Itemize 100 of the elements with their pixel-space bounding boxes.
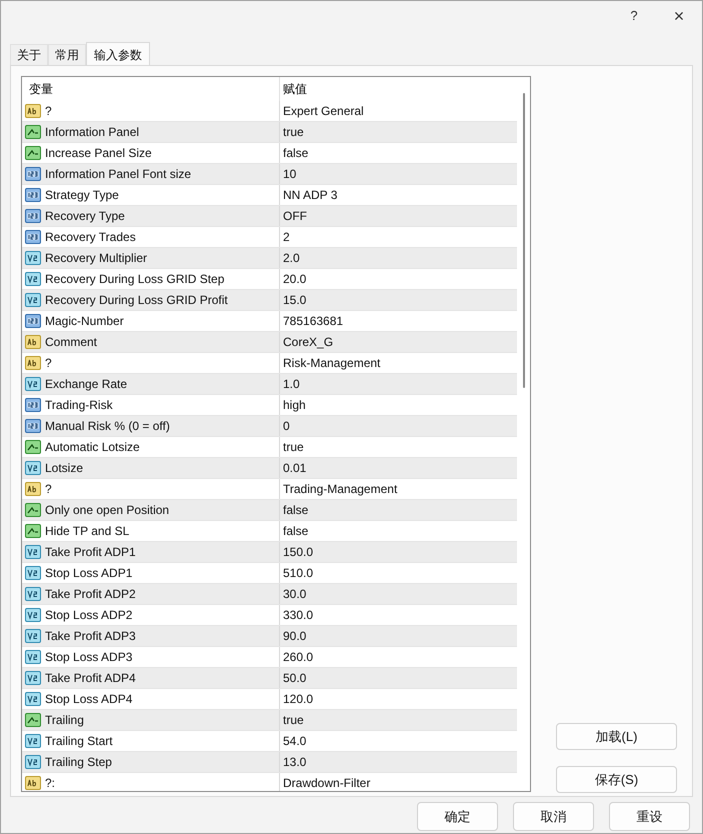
parameter-value: OFF — [283, 208, 307, 225]
parameter-value: 20.0 — [283, 271, 306, 288]
decimal-type-icon — [25, 607, 41, 623]
parameter-name: Manual Risk % (0 = off) — [45, 418, 170, 435]
parameter-row[interactable]: Recovery During Loss GRID Step 20.0 — [22, 269, 517, 290]
parameter-name: Stop Loss ADP2 — [45, 607, 132, 624]
parameter-row[interactable]: Strategy Type NN ADP 3 — [22, 185, 517, 206]
parameter-row[interactable]: Automatic Lotsize true — [22, 437, 517, 458]
help-button[interactable]: ? — [612, 1, 656, 31]
close-button[interactable]: × — [656, 1, 702, 31]
decimal-type-icon — [25, 754, 41, 770]
parameter-value: false — [283, 502, 308, 519]
parameter-row[interactable]: Information Panel Font size 10 — [22, 164, 517, 185]
decimal-type-icon — [25, 670, 41, 686]
parameter-name: Trailing — [45, 712, 84, 729]
decimal-type-icon — [25, 250, 41, 266]
string-type-icon — [25, 103, 41, 119]
boolean-type-icon — [25, 145, 41, 161]
parameter-name: Recovery Type — [45, 208, 125, 225]
boolean-type-icon — [25, 712, 41, 728]
parameter-row[interactable]: Hide TP and SL false — [22, 521, 517, 542]
parameter-row[interactable]: ? Risk-Management — [22, 353, 517, 374]
parameter-value: Expert General — [283, 103, 364, 120]
boolean-type-icon — [25, 523, 41, 539]
tab[interactable]: 常用 — [48, 44, 86, 65]
parameter-value: false — [283, 523, 308, 540]
parameter-name: Strategy Type — [45, 187, 119, 204]
parameter-name: Recovery During Loss GRID Step — [45, 271, 224, 288]
parameter-name: Take Profit ADP4 — [45, 670, 136, 687]
parameter-value: Drawdown-Filter — [283, 775, 370, 791]
parameter-row[interactable]: Recovery Trades 2 — [22, 227, 517, 248]
parameter-name: ? — [45, 481, 52, 498]
parameter-value: 50.0 — [283, 670, 306, 687]
parameter-row[interactable]: Information Panel true — [22, 122, 517, 143]
parameter-value: 90.0 — [283, 628, 306, 645]
parameter-value: 150.0 — [283, 544, 314, 561]
parameter-value: 10 — [283, 166, 296, 183]
side-button[interactable]: 保存(S) — [556, 766, 677, 793]
parameter-row[interactable]: Recovery During Loss GRID Profit 15.0 — [22, 290, 517, 311]
parameter-row[interactable]: Exchange Rate 1.0 — [22, 374, 517, 395]
parameter-row[interactable]: Magic-Number 785163681 — [22, 311, 517, 332]
parameter-row[interactable]: ? Expert General — [22, 101, 517, 122]
parameter-row[interactable]: Take Profit ADP4 50.0 — [22, 668, 517, 689]
parameter-row[interactable]: Lotsize 0.01 — [22, 458, 517, 479]
parameter-row[interactable]: Increase Panel Size false — [22, 143, 517, 164]
parameter-value: 510.0 — [283, 565, 314, 582]
parameter-row[interactable]: Trailing Start 54.0 — [22, 731, 517, 752]
decimal-type-icon — [25, 565, 41, 581]
parameter-name: Stop Loss ADP3 — [45, 649, 132, 666]
dialog-button[interactable]: 确定 — [417, 802, 498, 831]
string-type-icon — [25, 481, 41, 497]
parameter-name: Recovery Trades — [45, 229, 136, 246]
parameter-value: 330.0 — [283, 607, 314, 624]
column-header[interactable]: 赋值 — [280, 77, 517, 101]
parameter-name: Stop Loss ADP4 — [45, 691, 132, 708]
parameter-row[interactable]: Take Profit ADP3 90.0 — [22, 626, 517, 647]
parameter-row[interactable]: Manual Risk % (0 = off) 0 — [22, 416, 517, 437]
parameter-name: ?: — [45, 775, 56, 791]
parameter-row[interactable]: Trailing Step 13.0 — [22, 752, 517, 773]
parameter-row[interactable]: ? Trading-Management — [22, 479, 517, 500]
parameter-value: 0 — [283, 418, 290, 435]
parameter-row[interactable]: Take Profit ADP2 30.0 — [22, 584, 517, 605]
integer-type-icon — [25, 187, 41, 203]
side-button[interactable]: 加载(L) — [556, 723, 677, 750]
tab[interactable]: 关于 — [10, 44, 48, 65]
integer-type-icon — [25, 229, 41, 245]
decimal-type-icon — [25, 460, 41, 476]
dialog-button[interactable]: 重设 — [609, 802, 690, 831]
parameter-name: Increase Panel Size — [45, 145, 152, 162]
parameter-value: 120.0 — [283, 691, 314, 708]
string-type-icon — [25, 775, 41, 791]
parameter-value: Trading-Management — [283, 481, 398, 498]
decimal-type-icon — [25, 271, 41, 287]
parameter-row[interactable]: Only one open Position false — [22, 500, 517, 521]
parameter-value: 13.0 — [283, 754, 306, 771]
parameter-row[interactable]: Comment CoreX_G — [22, 332, 517, 353]
parameter-name: Exchange Rate — [45, 376, 128, 393]
parameter-value: true — [283, 124, 304, 141]
parameter-name: Trailing Start — [45, 733, 113, 750]
parameter-row[interactable]: Recovery Multiplier 2.0 — [22, 248, 517, 269]
parameter-value: 54.0 — [283, 733, 306, 750]
dialog-button[interactable]: 取消 — [513, 802, 594, 831]
parameter-row[interactable]: Trailing true — [22, 710, 517, 731]
integer-type-icon — [25, 313, 41, 329]
parameter-name: Comment — [45, 334, 98, 351]
integer-type-icon — [25, 418, 41, 434]
parameter-name: Trailing Step — [45, 754, 112, 771]
boolean-type-icon — [25, 439, 41, 455]
parameter-row[interactable]: Take Profit ADP1 150.0 — [22, 542, 517, 563]
parameter-row[interactable]: Stop Loss ADP1 510.0 — [22, 563, 517, 584]
parameter-row[interactable]: Stop Loss ADP4 120.0 — [22, 689, 517, 710]
parameter-row[interactable]: Stop Loss ADP2 330.0 — [22, 605, 517, 626]
parameter-row[interactable]: Stop Loss ADP3 260.0 — [22, 647, 517, 668]
scrollbar-thumb[interactable] — [522, 93, 524, 388]
parameter-row[interactable]: Recovery Type OFF — [22, 206, 517, 227]
string-type-icon — [25, 334, 41, 350]
parameter-row[interactable]: Trading-Risk high — [22, 395, 517, 416]
parameter-value: 2.0 — [283, 250, 300, 267]
boolean-type-icon — [25, 502, 41, 518]
tab[interactable]: 输入参数 — [86, 42, 150, 66]
